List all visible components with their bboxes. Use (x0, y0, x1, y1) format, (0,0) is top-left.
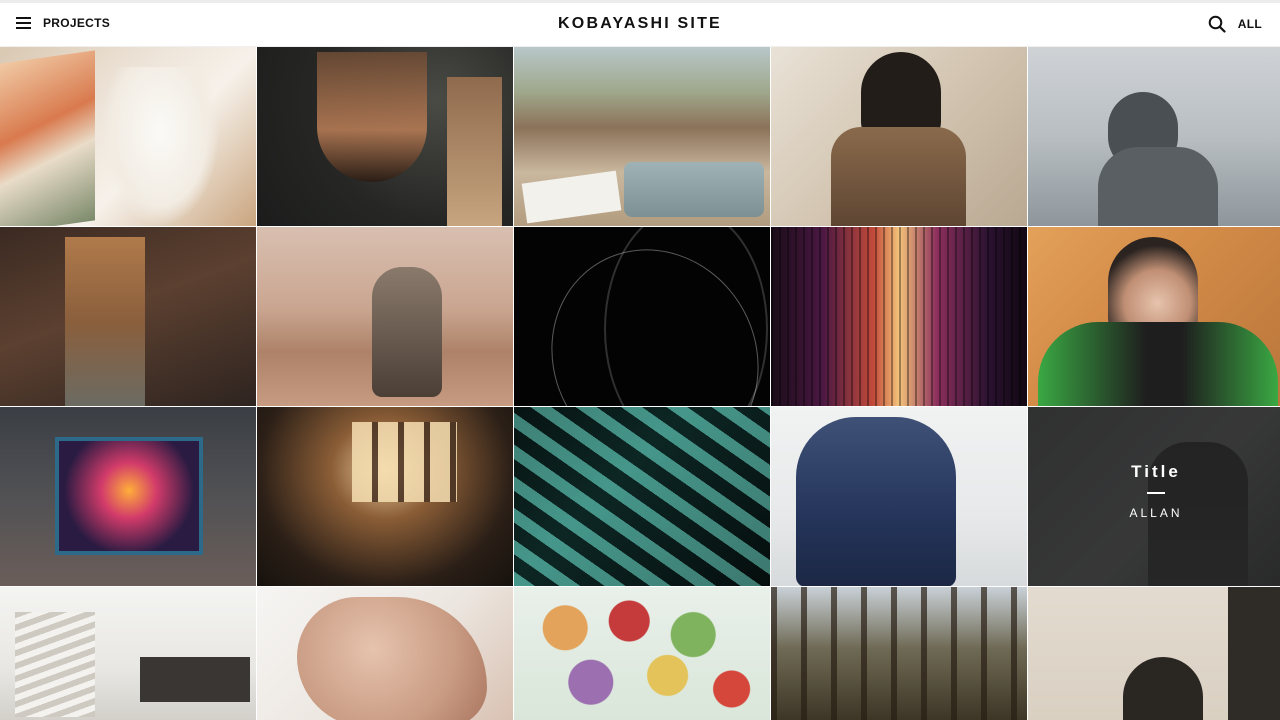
project-thumbnail (771, 227, 1027, 406)
filter-all-button[interactable]: ALL (1238, 17, 1262, 31)
project-hover-overlay[interactable]: Title ALLAN (1028, 407, 1280, 586)
project-thumbnail (771, 47, 1027, 226)
project-thumbnail (771, 407, 1027, 586)
project-thumbnail (514, 227, 770, 406)
photo-icon (0, 407, 256, 586)
project-tile-desert-figure[interactable] (257, 227, 513, 406)
project-thumbnail (514, 407, 770, 586)
photo-icon (257, 407, 513, 586)
project-thumbnail (1028, 227, 1280, 406)
site-title[interactable]: KOBAYASHI SITE (0, 15, 1280, 33)
photo-icon (0, 587, 256, 720)
project-tile-hooded-person[interactable] (1028, 47, 1280, 226)
project-tile-woman-fur-coat[interactable] (771, 407, 1027, 586)
project-tile-woman-blurred-face[interactable] (771, 47, 1027, 226)
project-thumbnail (1028, 587, 1280, 720)
project-thumbnail (514, 47, 770, 226)
project-tile-shadow-wall[interactable] (1028, 587, 1280, 720)
project-tile-forest[interactable] (771, 587, 1027, 720)
project-thumbnail (0, 407, 256, 586)
project-tile-woman-green-sweater[interactable] (1028, 227, 1280, 406)
photo-icon (771, 587, 1027, 720)
photo-icon (1028, 227, 1280, 406)
project-thumbnail (257, 587, 513, 720)
project-thumbnail (0, 47, 256, 226)
project-tile-abstract-lines[interactable] (514, 227, 770, 406)
project-thumbnail (1028, 47, 1280, 226)
project-tile-woman-white-shirt[interactable] (0, 47, 256, 226)
project-tile-neon-bars[interactable] (771, 227, 1027, 406)
photo-icon (257, 227, 513, 406)
project-thumbnail (0, 227, 256, 406)
photo-icon (0, 47, 256, 226)
project-tile-man-bicycle[interactable] (0, 227, 256, 406)
project-tile-lanterns[interactable] (514, 587, 770, 720)
project-thumbnail (257, 227, 513, 406)
photo-icon (514, 47, 770, 226)
photo-icon (1028, 587, 1280, 720)
photo-icon (771, 47, 1027, 226)
project-tile-white-interior[interactable] (0, 587, 256, 720)
project-author: ALLAN (1129, 505, 1183, 520)
project-tile-tattooed-hand[interactable] (257, 587, 513, 720)
project-grid: Title ALLAN (0, 47, 1280, 720)
title-divider (1147, 491, 1165, 494)
photo-icon (0, 227, 256, 406)
photo-icon (771, 407, 1027, 586)
photo-icon (514, 227, 770, 406)
project-thumbnail (257, 47, 513, 226)
photo-icon (257, 587, 513, 720)
photo-icon (257, 47, 513, 226)
photo-icon (514, 407, 770, 586)
project-title: Title (1131, 461, 1181, 481)
photo-icon (771, 227, 1027, 406)
top-navigation-bar: PROJECTS KOBAYASHI SITE ALL (0, 0, 1280, 47)
photo-icon (1028, 47, 1280, 226)
project-thumbnail (514, 587, 770, 720)
project-thumbnail (0, 587, 256, 720)
project-tile-neon-sign[interactable] (0, 407, 256, 586)
project-tile-couple-hover[interactable]: Title ALLAN (1028, 407, 1280, 586)
project-tile-dark-library[interactable] (257, 407, 513, 586)
header-tools: ALL (1208, 15, 1262, 33)
project-tile-typewriter[interactable] (514, 47, 770, 226)
project-thumbnail (257, 407, 513, 586)
photo-icon (514, 587, 770, 720)
search-icon[interactable] (1208, 15, 1226, 33)
project-thumbnail (771, 587, 1027, 720)
project-tile-teal-pattern[interactable] (514, 407, 770, 586)
project-tile-coffee-pour[interactable] (257, 47, 513, 226)
